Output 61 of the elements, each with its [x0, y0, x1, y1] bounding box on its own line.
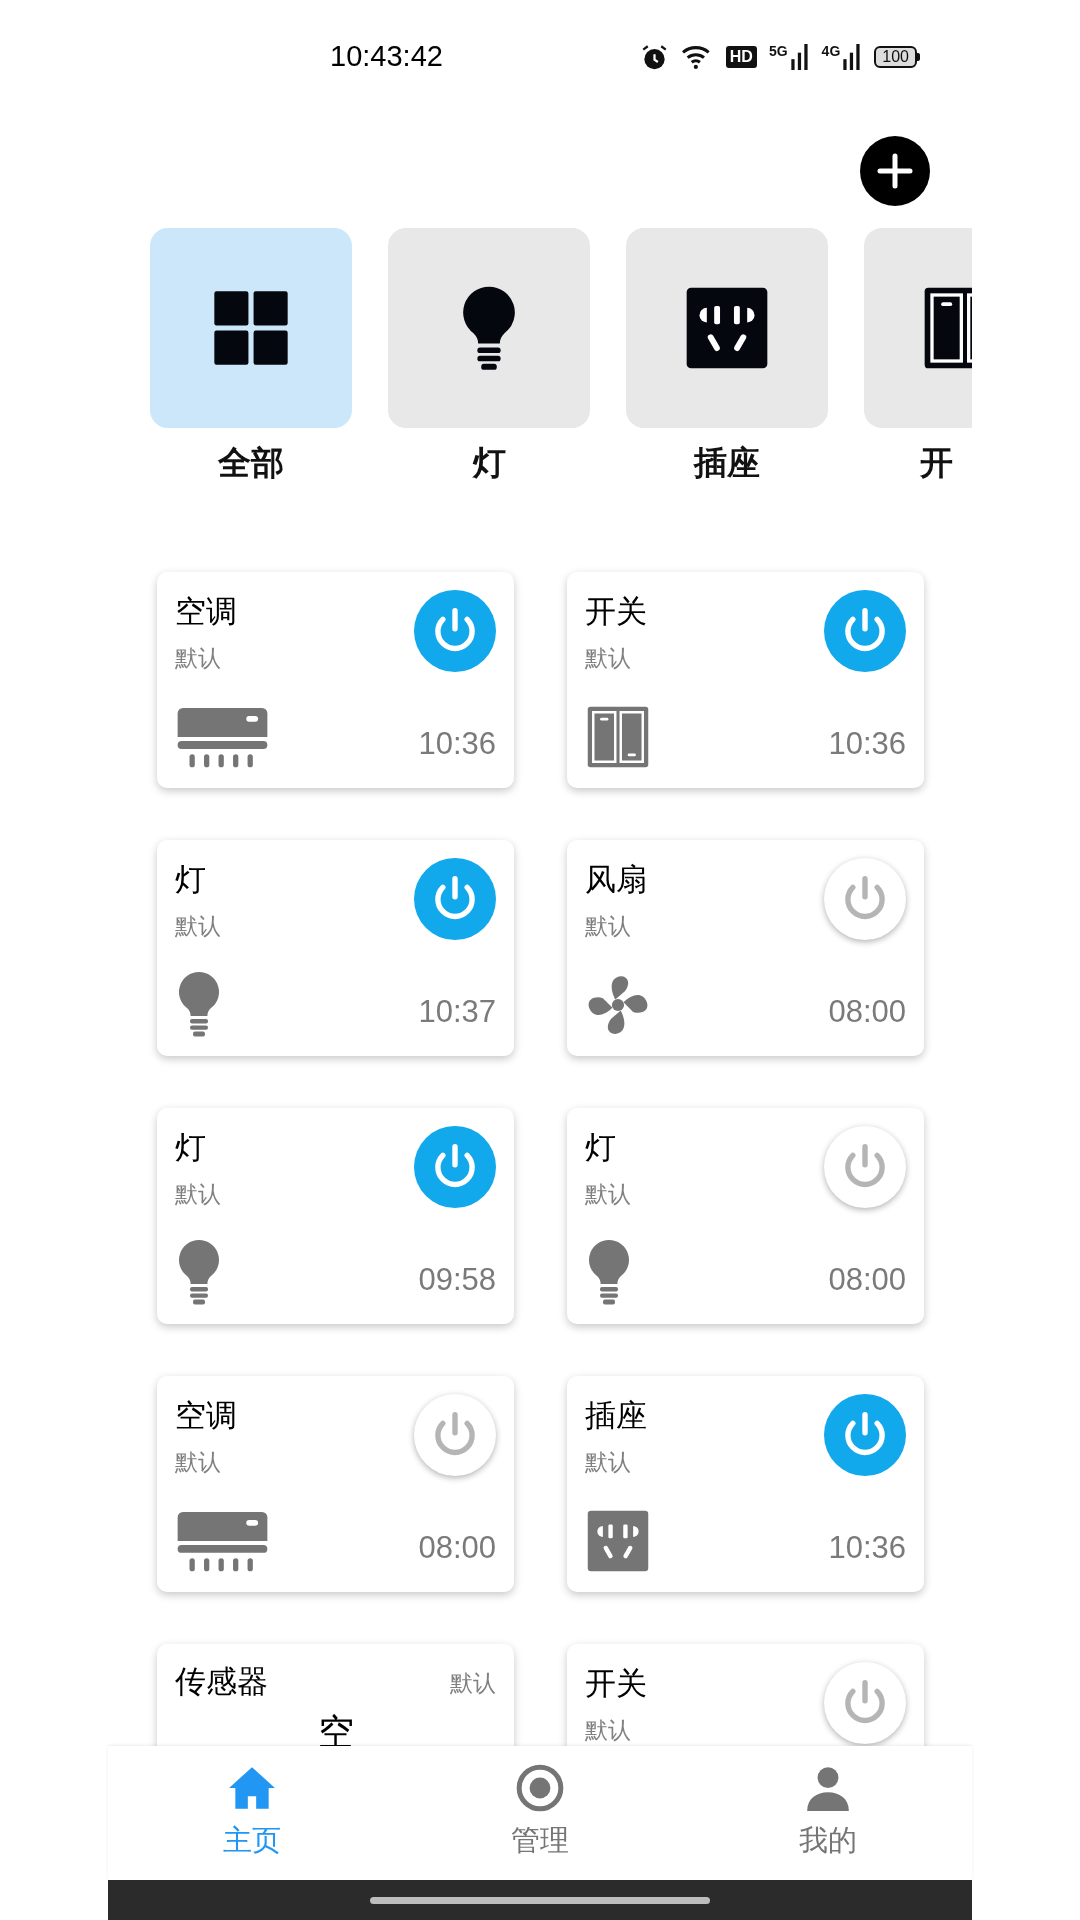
status-time: 10:43:42	[330, 39, 443, 75]
device-card[interactable]: 灯 默认 10:37	[157, 839, 514, 1056]
category-label: 插座	[694, 443, 760, 483]
device-group: 默认	[175, 640, 270, 675]
power-button[interactable]	[824, 857, 906, 940]
device-name: 风扇	[585, 863, 648, 895]
power-button[interactable]	[824, 1661, 906, 1744]
device-group: 默认	[585, 1176, 633, 1211]
device-card[interactable]: 插座 默认 10:36	[567, 1375, 924, 1592]
device-name: 插座	[585, 1399, 648, 1431]
category-tile[interactable]	[626, 228, 828, 428]
device-card[interactable]: 开关 默认	[567, 1643, 924, 1746]
signal-icon	[789, 44, 810, 70]
device-time: 10:36	[828, 1529, 906, 1567]
device-time: 10:36	[828, 725, 906, 763]
device-time: 10:37	[418, 993, 496, 1031]
device-card[interactable]: 风扇 默认 08:00	[567, 839, 924, 1056]
signal-icon	[842, 44, 863, 70]
device-group: 默认	[585, 1712, 647, 1746]
power-button[interactable]	[824, 1125, 906, 1208]
category-tile[interactable]	[150, 228, 352, 428]
device-group: 默认	[585, 640, 651, 675]
nav-tab[interactable]: 管理	[396, 1746, 684, 1880]
category-label: 灯	[472, 443, 506, 483]
power-button[interactable]	[414, 1393, 496, 1476]
device-time: 08:00	[828, 1261, 906, 1299]
device-name: 空调	[175, 595, 238, 627]
category-tile[interactable]	[388, 228, 590, 428]
device-group: 默认	[585, 908, 651, 943]
device-time: 08:00	[828, 993, 906, 1031]
device-name: 开关	[585, 1667, 647, 1699]
device-group: 默认	[175, 1444, 270, 1479]
device-group: 默认	[175, 1176, 223, 1211]
device-card[interactable]: 灯 默认 09:58	[157, 1107, 514, 1324]
category-label: 全部	[218, 443, 284, 483]
device-time: 10:36	[418, 725, 496, 763]
device-card[interactable]: 空调 默认 08:00	[157, 1375, 514, 1592]
device-name: 灯	[175, 1131, 207, 1163]
device-time: 09:58	[418, 1261, 496, 1299]
home-indicator[interactable]	[370, 1896, 710, 1904]
category-label: 开	[920, 443, 953, 483]
device-group: 默认	[450, 1665, 496, 1700]
device-name: 空调	[175, 1399, 238, 1431]
hd-badge: HD	[725, 46, 757, 68]
device-card[interactable]: 空调 默认 10:36	[157, 571, 514, 788]
network-label: 5G	[768, 44, 788, 58]
device-name: 开关	[585, 595, 648, 627]
target-icon	[515, 1763, 565, 1814]
device-name: 灯	[585, 1131, 617, 1163]
device-group: 默认	[175, 908, 223, 943]
device-time: 08:00	[418, 1529, 496, 1567]
device-group: 默认	[585, 1444, 651, 1479]
device-card[interactable]: 开关 默认 10:36	[567, 571, 924, 788]
device-name: 传感器	[175, 1665, 268, 1697]
plus-icon	[875, 151, 915, 191]
device-name: 灯	[175, 863, 207, 895]
alarm-icon	[640, 43, 668, 71]
nav-tab[interactable]: 我的	[684, 1746, 972, 1880]
device-card[interactable]: 灯 默认 08:00	[567, 1107, 924, 1324]
network-label: 4G	[821, 44, 841, 58]
battery-level: 100	[874, 46, 917, 68]
